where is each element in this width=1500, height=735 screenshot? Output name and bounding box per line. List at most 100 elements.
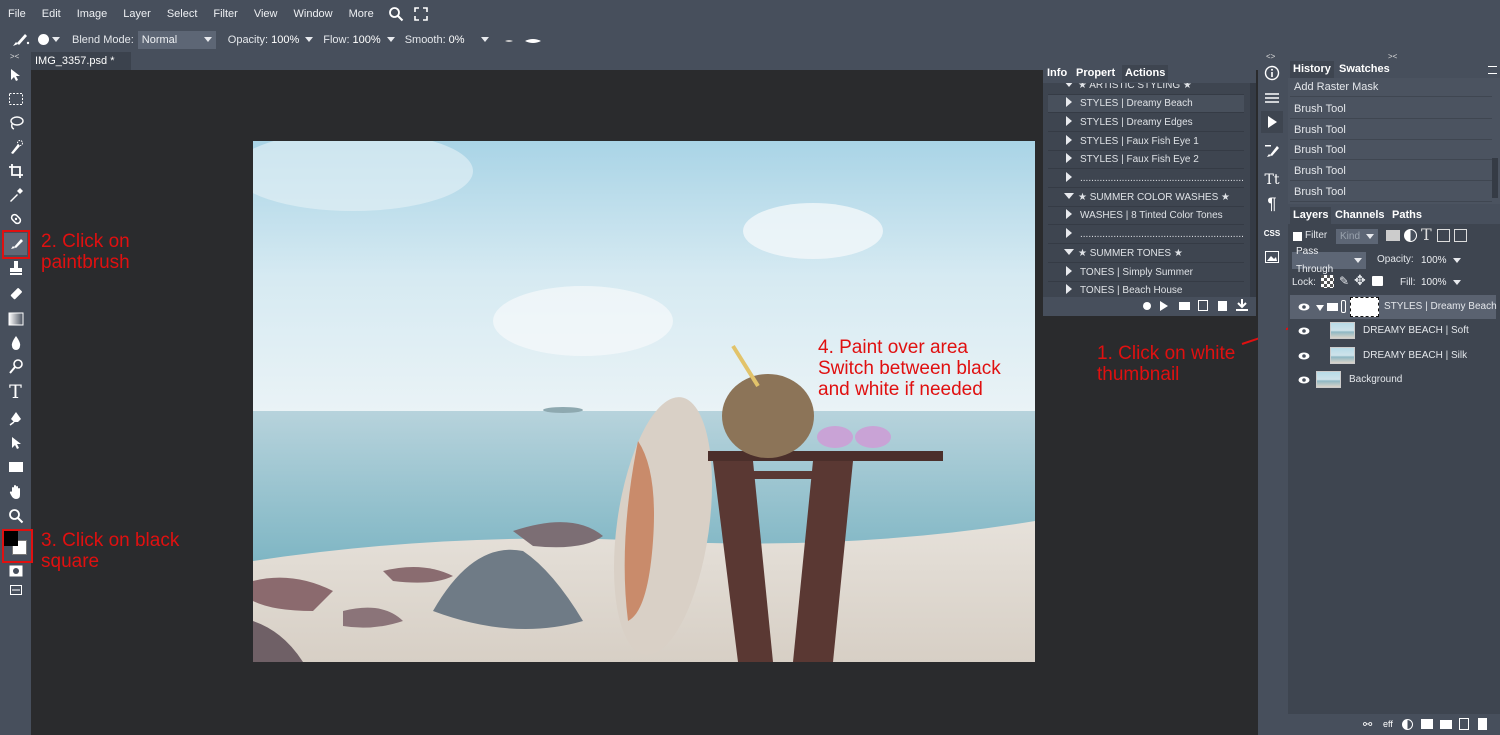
layer-fill-dropdown-icon[interactable]	[1453, 280, 1461, 285]
play-icon[interactable]	[1261, 111, 1283, 133]
eye-icon[interactable]	[1298, 325, 1310, 337]
action-group-artistic-styling[interactable]: ★ ARTISTIC STYLING ★	[1048, 83, 1244, 95]
download-icon[interactable]	[1236, 299, 1248, 312]
tab-actions[interactable]: Actions	[1122, 65, 1169, 82]
action-group-summer-color-washes[interactable]: ★ SUMMER COLOR WASHES ★	[1048, 189, 1244, 207]
lock-paint-icon[interactable]: ✎	[1339, 274, 1349, 288]
action-item[interactable]: STYLES | Faux Fish Eye 2	[1048, 151, 1244, 169]
menu-view[interactable]: View	[246, 8, 286, 20]
history-item[interactable]: Brush Tool	[1290, 161, 1492, 181]
action-item[interactable]: STYLES | Faux Fish Eye 1	[1048, 133, 1244, 151]
marquee-tool-icon[interactable]	[4, 88, 27, 110]
layer-blend-select[interactable]: Pass Through	[1292, 246, 1366, 275]
document-tab[interactable]: IMG_3357.psd * ✕	[31, 52, 131, 85]
eye-icon[interactable]	[1298, 301, 1310, 313]
layer-opacity-input[interactable]: 100%	[1417, 252, 1450, 269]
filter-adjustment-icon[interactable]	[1404, 229, 1417, 242]
panel-menu-icon[interactable]	[1488, 66, 1497, 74]
path-selection-tool-icon[interactable]	[4, 432, 27, 454]
paragraph-icon[interactable]: ¶	[1261, 193, 1283, 215]
collapse-arrows-icon[interactable]: ><	[10, 52, 19, 61]
action-item[interactable]: WASHES | 8 Tinted Color Tones	[1048, 207, 1244, 225]
opacity-input[interactable]: 100%	[271, 34, 299, 46]
filter-shape-icon[interactable]	[1437, 229, 1450, 242]
lock-position-icon[interactable]: ✥	[1354, 272, 1366, 289]
sliders-icon[interactable]	[1261, 87, 1283, 109]
lock-all-icon[interactable]	[1372, 276, 1383, 286]
filter-type-icon[interactable]: T	[1421, 225, 1432, 244]
history-item[interactable]: Add Raster Mask	[1290, 78, 1492, 97]
tab-paths[interactable]: Paths	[1389, 207, 1425, 224]
filter-pixel-icon[interactable]	[1386, 230, 1400, 241]
layer-thumbnail[interactable]	[1316, 371, 1341, 388]
menu-window[interactable]: Window	[286, 8, 341, 20]
tab-swatches[interactable]: Swatches	[1336, 61, 1393, 78]
canvas-image[interactable]	[253, 141, 1035, 662]
lock-transparency-icon[interactable]	[1321, 275, 1334, 288]
action-group-summer-tones[interactable]: ★ SUMMER TONES ★	[1048, 245, 1244, 263]
layer-mask-thumbnail[interactable]	[1350, 297, 1379, 317]
crop-tool-icon[interactable]	[4, 160, 27, 182]
screen-mode-icon[interactable]	[4, 579, 27, 601]
new-layer-icon[interactable]	[1459, 718, 1469, 730]
history-item[interactable]: Brush Tool	[1290, 99, 1492, 119]
eye-icon[interactable]	[1298, 350, 1310, 362]
chevron-down-icon[interactable]	[1316, 305, 1324, 311]
smooth-dropdown-icon[interactable]	[480, 37, 489, 42]
record-icon[interactable]	[1143, 302, 1151, 310]
brush-size-icon[interactable]	[38, 34, 60, 45]
character-icon[interactable]: Tt	[1261, 169, 1283, 191]
play-icon[interactable]	[1160, 301, 1168, 311]
menu-file[interactable]: File	[0, 8, 34, 20]
menu-select[interactable]: Select	[159, 8, 206, 20]
action-item[interactable]: ........................................…	[1048, 170, 1244, 188]
flow-dropdown-icon[interactable]	[386, 37, 395, 42]
lasso-tool-icon[interactable]	[4, 112, 27, 134]
layer-opacity-dropdown-icon[interactable]	[1453, 258, 1461, 263]
folder-icon[interactable]	[1179, 302, 1190, 310]
shape-tool-icon[interactable]	[4, 456, 27, 478]
layer-row-group[interactable]: STYLES | Dreamy Beach	[1290, 295, 1497, 319]
zoom-tool-icon[interactable]	[4, 505, 27, 527]
tab-properties[interactable]: Propert	[1073, 65, 1117, 82]
action-item[interactable]: STYLES | Dreamy Beach	[1048, 95, 1244, 113]
history-item[interactable]: Brush Tool	[1290, 182, 1492, 202]
layer-row[interactable]: DREAMY BEACH | Silk	[1290, 344, 1496, 368]
link-layers-icon[interactable]: ⚯	[1363, 718, 1372, 731]
layer-effects-label[interactable]: eff	[1383, 719, 1393, 729]
type-tool-icon[interactable]: T	[4, 381, 27, 403]
menu-more[interactable]: More	[341, 8, 382, 20]
tab-layers[interactable]: Layers	[1290, 207, 1332, 224]
layer-thumbnail[interactable]	[1330, 347, 1355, 364]
tab-history[interactable]: History	[1290, 61, 1334, 78]
adjustment-layer-icon[interactable]	[1402, 719, 1413, 730]
hand-tool-icon[interactable]	[4, 481, 27, 503]
smooth-input[interactable]: 0%	[449, 34, 477, 46]
pen-tool-icon[interactable]	[4, 407, 27, 429]
menu-image[interactable]: Image	[69, 8, 116, 20]
layer-row[interactable]: Background	[1290, 368, 1496, 392]
expand-arrows-icon[interactable]: <>	[1266, 52, 1275, 61]
opacity-dropdown-icon[interactable]	[305, 37, 314, 42]
menu-filter[interactable]: Filter	[205, 8, 245, 20]
move-tool-icon[interactable]	[4, 64, 27, 86]
fullscreen-icon[interactable]	[413, 6, 428, 21]
brush-settings-icon[interactable]	[1261, 140, 1283, 162]
new-action-icon[interactable]	[1198, 300, 1208, 311]
dodge-tool-icon[interactable]	[4, 356, 27, 378]
history-item[interactable]: Brush Tool	[1290, 120, 1492, 140]
trash-icon[interactable]	[1478, 718, 1487, 730]
layer-row[interactable]: DREAMY BEACH | Soft	[1290, 319, 1496, 343]
filter-smart-object-icon[interactable]	[1454, 229, 1467, 242]
menu-edit[interactable]: Edit	[34, 8, 69, 20]
action-item[interactable]: ........................................…	[1048, 226, 1244, 244]
info-icon[interactable]	[1261, 62, 1283, 84]
blur-tool-icon[interactable]	[4, 332, 27, 354]
action-item[interactable]: TONES | Simply Summer	[1048, 264, 1244, 282]
healing-brush-tool-icon[interactable]	[4, 208, 27, 230]
flow-input[interactable]: 100%	[353, 34, 381, 46]
blend-mode-select[interactable]: Normal	[137, 30, 216, 49]
tab-info[interactable]: Info	[1044, 65, 1070, 82]
quick-selection-tool-icon[interactable]	[4, 136, 27, 158]
pen-pressure-icon[interactable]	[504, 36, 541, 44]
